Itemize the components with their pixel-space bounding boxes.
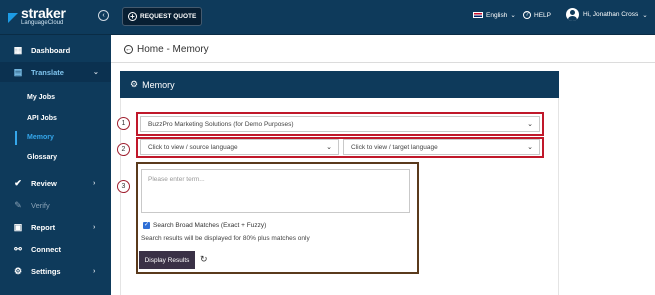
language-selector[interactable]: English ⌄ [473, 11, 516, 19]
chevron-down-icon: ⌄ [527, 144, 533, 151]
sidebar-item-verify[interactable]: ✎ Verify [0, 195, 111, 215]
term-input[interactable] [141, 169, 410, 213]
sidebar-item-label: Review [31, 178, 57, 188]
help-label: HELP [534, 11, 551, 19]
sidebar-item-connect[interactable]: ⚯ Connect [0, 239, 111, 259]
sidebar-subitem-api-jobs[interactable]: API Jobs [27, 115, 57, 122]
gear-icon: ⚙ [13, 266, 23, 276]
panel-header: ⚙ Memory [120, 71, 559, 98]
language-label: English [486, 11, 508, 19]
chevron-left-circle-icon[interactable]: ‹ [98, 10, 109, 21]
sidebar-item-label: Report [31, 222, 56, 232]
panel-title: Memory [142, 79, 175, 90]
gear-icon: ⚙ [130, 79, 139, 89]
user-menu[interactable]: Hi, Jonathan Cross ⌄ [566, 8, 648, 21]
sidebar-subitem-glossary[interactable]: Glossary [27, 154, 57, 161]
source-language-value: Click to view / source language [148, 143, 238, 151]
avatar [566, 8, 579, 21]
connect-icon: ⚯ [14, 244, 22, 254]
reset-icon[interactable]: ↻ [200, 255, 208, 264]
target-language-select[interactable]: Click to view / target language ⌄ [343, 139, 540, 155]
callout-number: 3 [117, 180, 130, 193]
results-note: Search results will be displayed for 80%… [141, 235, 310, 242]
display-results-button[interactable]: Display Results [139, 251, 195, 269]
source-language-select[interactable]: Click to view / source language ⌄ [140, 139, 339, 155]
sidebar-item-label: Connect [31, 244, 61, 254]
sidebar-item-label: Settings [31, 266, 61, 276]
broad-matches-checkbox[interactable]: ✓ [143, 222, 150, 229]
chevron-down-icon: ⌄ [527, 121, 533, 128]
page-title-text: Home - Memory [137, 44, 209, 55]
divider [111, 62, 655, 63]
company-select[interactable]: BuzzPro Marketing Solutions (for Demo Pu… [140, 116, 540, 132]
callout-number: 2 [117, 143, 130, 156]
check-circle-icon: ✔ [14, 178, 22, 188]
chevron-down-icon: ⌄ [642, 11, 648, 19]
sidebar-item-translate[interactable]: ▤ Translate ⌄ [0, 62, 111, 82]
report-icon: ▣ [13, 222, 23, 232]
sidebar-subitem-memory[interactable]: Memory [27, 134, 54, 141]
edit-icon: ✎ [14, 200, 22, 210]
chevron-right-icon: › [93, 267, 96, 275]
broad-matches-label: Search Broad Matches (Exact + Fuzzy) [153, 222, 267, 229]
page-title: ← Home - Memory [124, 44, 209, 55]
top-bar: straker LanguageCloud ‹ + REQUEST QUOTE … [0, 0, 655, 35]
grid-icon: ▦ [13, 45, 23, 55]
sidebar-item-label: Verify [31, 200, 50, 210]
sidebar-item-report[interactable]: ▣ Report › [0, 217, 111, 237]
request-quote-button[interactable]: + REQUEST QUOTE [122, 7, 203, 26]
chevron-right-icon: › [93, 223, 96, 231]
straker-logo[interactable]: straker LanguageCloud [8, 5, 66, 27]
help-icon: ? [523, 11, 531, 19]
back-arrow-icon[interactable]: ← [124, 45, 133, 54]
logo-name: straker [21, 5, 66, 21]
company-select-value: BuzzPro Marketing Solutions (for Demo Pu… [148, 120, 294, 128]
translate-icon: ▤ [13, 67, 23, 77]
sidebar-item-label: Translate [31, 67, 64, 77]
sidebar-item-label: Dashboard [31, 45, 71, 55]
chevron-right-icon: › [93, 179, 96, 187]
help-link[interactable]: ? HELP [523, 11, 551, 19]
sidebar-item-dashboard[interactable]: ▦ Dashboard [0, 40, 111, 60]
chevron-down-icon: ⌄ [326, 144, 332, 151]
uk-flag-icon [473, 12, 483, 18]
callout-number: 1 [117, 117, 130, 130]
chevron-down-icon: ⌄ [510, 12, 516, 19]
sidebar: ▦ Dashboard ▤ Translate ⌄ My Jobs API Jo… [0, 35, 111, 295]
current-marker [15, 131, 17, 145]
target-language-value: Click to view / target language [351, 143, 438, 151]
chevron-down-icon: ⌄ [93, 69, 99, 76]
sidebar-item-settings[interactable]: ⚙ Settings › [0, 261, 111, 281]
logo-subtitle: LanguageCloud [21, 20, 64, 26]
request-quote-label: REQUEST QUOTE [140, 13, 197, 20]
sidebar-subitem-my-jobs[interactable]: My Jobs [27, 94, 55, 101]
plus-circle-icon: + [128, 12, 137, 21]
logo-mark-icon [8, 13, 18, 23]
sidebar-item-review[interactable]: ✔ Review › [0, 173, 111, 193]
user-name: Hi, Jonathan Cross [583, 11, 639, 18]
